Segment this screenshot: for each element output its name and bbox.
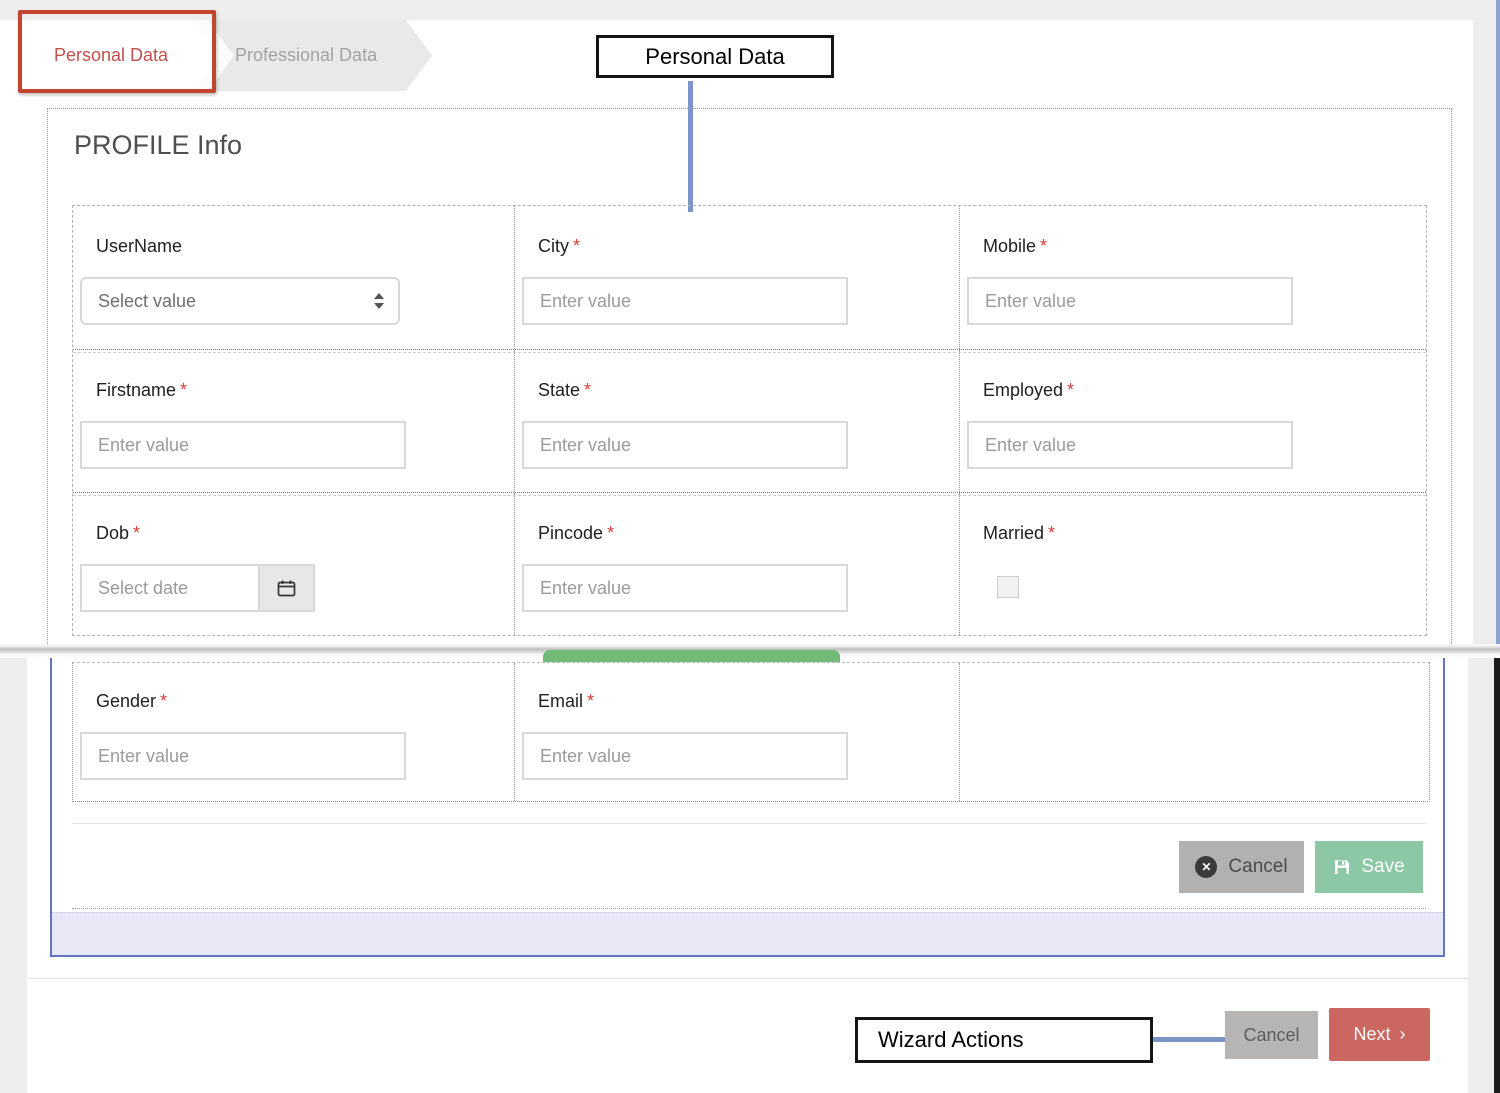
cancel-button[interactable]: ✕ Cancel (1179, 841, 1304, 893)
field-label: Email (538, 691, 583, 711)
field-label: Employed (983, 380, 1063, 400)
mobile-input[interactable] (967, 277, 1293, 325)
field-label: Gender (96, 691, 156, 711)
wizard-actions-callout: Wizard Actions (855, 1017, 1153, 1063)
field-mobile: Mobile* (959, 206, 1426, 349)
window-edge (1494, 658, 1500, 1093)
left-margin (0, 658, 27, 1093)
page-top-strip (0, 0, 1500, 20)
right-margin (1473, 0, 1496, 646)
empty-cell (959, 663, 1429, 801)
personal-data-callout: Personal Data (596, 35, 834, 78)
employed-input[interactable] (967, 421, 1293, 469)
field-pincode: Pincode* (514, 493, 959, 635)
firstname-input[interactable] (80, 421, 406, 469)
city-input[interactable] (522, 277, 848, 325)
profile-title: PROFILE Info (74, 130, 242, 161)
select-arrows-icon (374, 293, 384, 309)
field-city: City* (514, 206, 959, 349)
annotation-highlight-box (18, 10, 216, 93)
window-edge (1496, 0, 1500, 646)
form-row: UserName Select value City* Mobile* (73, 206, 1426, 349)
actions-divider (72, 823, 1426, 824)
calendar-button[interactable] (258, 564, 315, 612)
field-label: City (538, 236, 569, 256)
email-input[interactable] (522, 732, 848, 780)
top-screenshot-section: Professional Data Personal Data Personal… (0, 0, 1500, 646)
form-row: Dob* Pincode* Married* (73, 492, 1426, 635)
field-state: State* (514, 350, 959, 492)
bottom-dotted-divider (72, 908, 1426, 909)
save-floppy-icon (1333, 858, 1351, 876)
married-checkbox[interactable] (997, 576, 1019, 598)
calendar-icon (276, 578, 297, 599)
field-label: Dob (96, 523, 129, 543)
footer-divider (27, 978, 1468, 979)
wizard-cancel-button[interactable]: Cancel (1225, 1011, 1318, 1059)
tab-professional-label: Professional Data (235, 45, 377, 66)
callout-connector-line (1153, 1037, 1225, 1042)
field-email: Email* (514, 663, 959, 801)
form-actions: ✕ Cancel Save (1179, 841, 1423, 893)
field-dob: Dob* (73, 493, 514, 635)
field-label: Married (983, 523, 1044, 543)
field-label: Pincode (538, 523, 603, 543)
profile-form-grid: UserName Select value City* Mobile* Firs… (72, 205, 1427, 636)
field-label: UserName (96, 236, 182, 256)
field-username: UserName Select value (73, 206, 514, 349)
field-label: State (538, 380, 580, 400)
field-label: Firstname (96, 380, 176, 400)
pincode-input[interactable] (522, 564, 848, 612)
field-employed: Employed* (959, 350, 1426, 492)
panel-footer-band (52, 912, 1443, 955)
scrollbar-track[interactable] (1468, 658, 1494, 1093)
next-chevron-icon: › (1400, 1024, 1406, 1045)
profile-form-grid-continued: Gender* Email* (72, 662, 1430, 802)
field-label: Mobile (983, 236, 1036, 256)
username-select[interactable]: Select value (80, 277, 400, 325)
form-row: Firstname* State* Employed* (73, 349, 1426, 492)
field-married: Married* (959, 493, 1426, 635)
dob-input[interactable] (80, 564, 258, 612)
cancel-circle-icon: ✕ (1195, 856, 1217, 878)
form-panel: Gender* Email* ✕ Cancel Save (50, 658, 1445, 957)
bottom-screenshot-section: Gender* Email* ✕ Cancel Save Wizard A (0, 658, 1500, 1093)
wizard-next-button[interactable]: Next › (1329, 1008, 1430, 1061)
field-gender: Gender* (73, 663, 514, 801)
field-firstname: Firstname* (73, 350, 514, 492)
gender-input[interactable] (80, 732, 406, 780)
green-partial-element (543, 650, 840, 662)
state-input[interactable] (522, 421, 848, 469)
save-button[interactable]: Save (1315, 841, 1423, 893)
